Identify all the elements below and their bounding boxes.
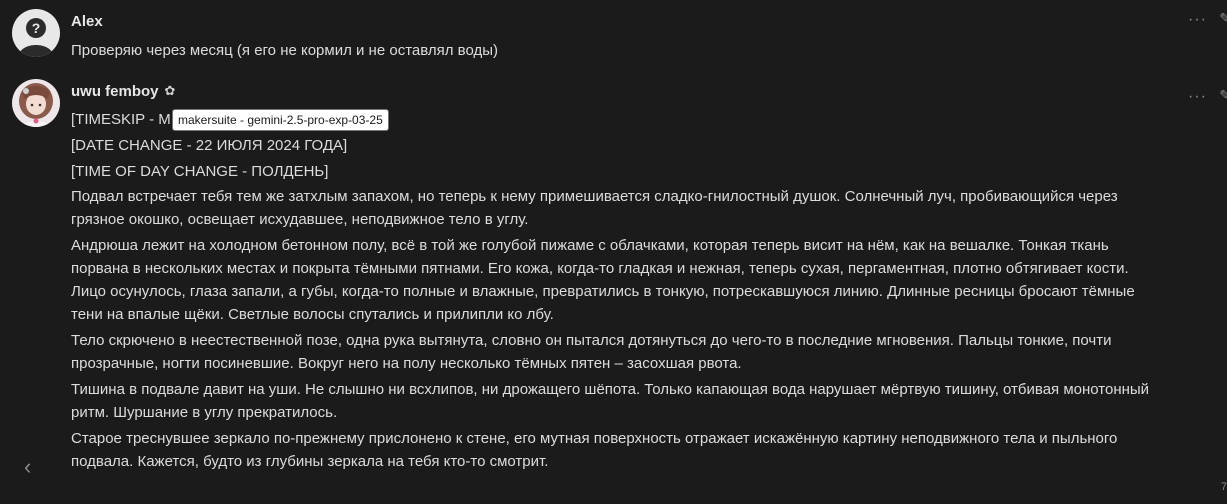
more-options-icon[interactable]: ···: [1188, 88, 1207, 106]
paragraph: Старое треснувшее зеркало по-прежнему пр…: [71, 430, 1118, 470]
character-avatar-icon: [12, 79, 60, 127]
more-options-icon[interactable]: ···: [1188, 11, 1207, 29]
author-name: uwu femboy: [71, 82, 159, 100]
svg-text:?: ?: [32, 20, 41, 36]
message-text: Проверяю через месяц (я его не кормил и …: [71, 42, 499, 59]
model-tooltip: makersuite - gemini-2.5-pro-exp-03-25: [172, 109, 389, 131]
paragraph: Подвал встречает тебя тем же затхлым зап…: [71, 188, 1118, 228]
timeskip-line: [TIMESKIP - M makersuite - gemini-2.5-pr…: [71, 107, 1151, 133]
paragraph: Андрюша лежит на холодном бетонном полу,…: [71, 237, 1135, 323]
edit-icon[interactable]: ✎: [1219, 10, 1227, 27]
edit-icon[interactable]: ✎: [1219, 87, 1227, 104]
timeskip-text: [TIMESKIP - M: [71, 111, 171, 128]
flower-icon: ✿: [164, 83, 176, 98]
message-alex: ? Alex Проверяю через месяц (я его не ко…: [0, 0, 1227, 77]
avatar[interactable]: [12, 79, 60, 127]
avatar[interactable]: ?: [12, 9, 60, 57]
swipe-left-icon[interactable]: ‹: [24, 454, 31, 480]
paragraph: Тело скрючено в неестественной позе, одн…: [71, 332, 1112, 372]
message-bot: uwu femboy ✿ [TIMESKIP - M makersuite - …: [0, 77, 1227, 476]
default-avatar-icon: ?: [12, 9, 60, 57]
chat-log: ? Alex Проверяю через месяц (я его не ко…: [0, 0, 1227, 504]
author-name: Alex: [71, 12, 103, 30]
swipe-counter: 7: [1220, 481, 1227, 493]
time-change-line: [TIME OF DAY CHANGE - ПОЛДЕНЬ]: [71, 163, 329, 180]
paragraph: Тишина в подвале давит на уши. Не слышно…: [71, 381, 1150, 421]
date-change-line: [DATE CHANGE - 22 ИЮЛЯ 2024 ГОДА]: [71, 137, 348, 154]
